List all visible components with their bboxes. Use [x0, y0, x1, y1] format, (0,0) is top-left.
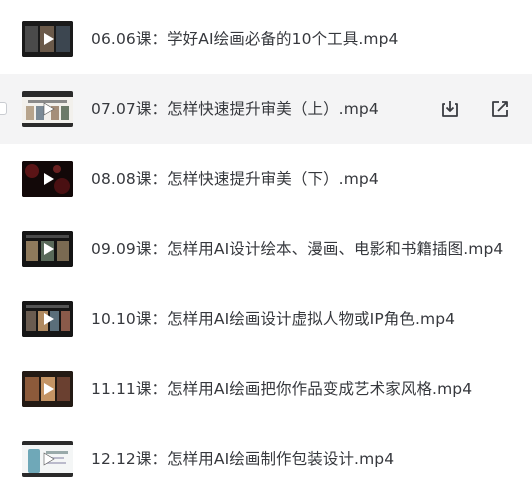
file-row[interactable]: 12.12课：怎样用AI绘画制作包装设计.mp4 [0, 424, 532, 494]
row-checkbox[interactable] [0, 102, 7, 115]
file-name[interactable]: 09.09课：怎样用AI设计绘本、漫画、电影和书籍插图.mp4 [91, 214, 503, 284]
play-icon [43, 452, 55, 466]
download-icon[interactable] [440, 99, 460, 119]
play-icon [44, 383, 54, 395]
open-external-icon[interactable] [490, 99, 510, 119]
play-icon [44, 173, 54, 185]
file-row[interactable]: 10.10课：怎样用AI绘画设计虚拟人物或IP角色.mp4 [0, 284, 532, 354]
file-row[interactable]: 09.09课：怎样用AI设计绘本、漫画、电影和书籍插图.mp4 [0, 214, 532, 284]
play-icon [44, 33, 54, 45]
file-row[interactable]: 06.06课：学好AI绘画必备的10个工具.mp4 [0, 4, 532, 74]
file-list: 06.06课：学好AI绘画必备的10个工具.mp4 07.07课：怎样快速提升审… [0, 0, 532, 501]
video-thumbnail[interactable] [22, 371, 73, 407]
video-thumbnail[interactable] [22, 91, 73, 127]
file-row[interactable]: 08.08课：怎样快速提升审美（下）.mp4 [0, 144, 532, 214]
file-name[interactable]: 08.08课：怎样快速提升审美（下）.mp4 [91, 144, 379, 214]
video-thumbnail[interactable] [22, 441, 73, 477]
file-name[interactable]: 12.12课：怎样用AI绘画制作包装设计.mp4 [91, 424, 394, 494]
file-name[interactable]: 10.10课：怎样用AI绘画设计虚拟人物或IP角色.mp4 [91, 284, 455, 354]
file-name[interactable]: 06.06课：学好AI绘画必备的10个工具.mp4 [91, 4, 399, 74]
file-row[interactable]: 07.07课：怎样快速提升审美（上）.mp4 [0, 74, 532, 144]
play-icon [43, 102, 55, 116]
video-thumbnail[interactable] [22, 161, 73, 197]
file-row[interactable]: 11.11课：怎样用AI绘画把你作品变成艺术家风格.mp4 [0, 354, 532, 424]
file-name[interactable]: 11.11课：怎样用AI绘画把你作品变成艺术家风格.mp4 [91, 354, 472, 424]
row-actions [440, 99, 510, 119]
video-thumbnail[interactable] [22, 21, 73, 57]
file-name[interactable]: 07.07课：怎样快速提升审美（上）.mp4 [91, 74, 379, 144]
play-icon [44, 243, 54, 255]
play-icon [44, 313, 54, 325]
video-thumbnail[interactable] [22, 231, 73, 267]
video-thumbnail[interactable] [22, 301, 73, 337]
